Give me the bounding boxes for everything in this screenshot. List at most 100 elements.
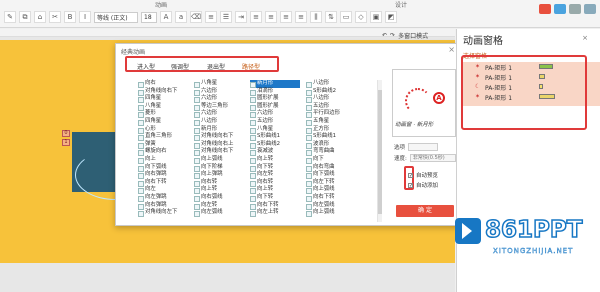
close-icon[interactable]: × xyxy=(448,45,455,54)
tab-design[interactable]: 设计 xyxy=(395,0,407,9)
list-item[interactable]: 向上弹跳 xyxy=(194,171,244,179)
list-item[interactable]: 对角线向右下 xyxy=(194,133,244,141)
clear-format-icon[interactable]: ⌫ xyxy=(190,11,202,23)
list-item[interactable]: 向下弧线 xyxy=(138,164,188,172)
number-list-icon[interactable]: ☰ xyxy=(220,11,232,23)
anim-item-3[interactable]: PA-矩形 1 xyxy=(485,83,512,92)
list-item[interactable]: 向下转 xyxy=(250,194,300,202)
anim-item-4[interactable]: PA-矩形 1 xyxy=(485,93,512,102)
timing-bar-1[interactable] xyxy=(539,64,553,69)
list-item[interactable]: 向左转 xyxy=(250,171,300,179)
bold-icon[interactable]: B xyxy=(64,11,76,23)
list-item[interactable]: 向上 xyxy=(138,156,188,164)
timing-bar-4[interactable] xyxy=(539,94,555,99)
list-item[interactable]: 八边形 xyxy=(306,95,356,103)
tab-motion-path[interactable]: 路径型 xyxy=(242,62,260,71)
quick-style-icon[interactable]: ◩ xyxy=(385,11,397,23)
arrange-icon[interactable]: ▣ xyxy=(370,11,382,23)
settings-icon[interactable] xyxy=(569,4,581,14)
shrink-font-icon[interactable]: a xyxy=(175,11,187,23)
list-item[interactable]: 向右弹跳 xyxy=(138,171,188,179)
grow-font-icon[interactable]: A xyxy=(160,11,172,23)
text-box-icon[interactable]: ▭ xyxy=(340,11,352,23)
scrollbar-thumb[interactable] xyxy=(378,90,382,214)
list-item[interactable]: S形曲线1 xyxy=(250,133,300,141)
list-item[interactable]: 圆形扩展 xyxy=(250,95,300,103)
list-item[interactable]: 八角星 xyxy=(194,80,244,88)
tab-emphasis[interactable]: 强调型 xyxy=(171,62,189,71)
list-item[interactable]: S形曲线1 xyxy=(306,133,356,141)
list-item[interactable]: 向左弧线 xyxy=(306,202,356,210)
tab-entrance[interactable]: 进入型 xyxy=(137,62,155,71)
cut-icon[interactable]: ✂ xyxy=(49,11,61,23)
tab-exit[interactable]: 退出型 xyxy=(207,62,225,71)
multi-window-label[interactable]: 多窗口模式 xyxy=(398,31,428,40)
list-item[interactable]: 向下转 xyxy=(250,164,300,172)
redo-icon[interactable]: ↷ xyxy=(390,32,395,39)
anim-item-1[interactable]: PA-矩形 1 xyxy=(485,63,512,72)
auto-add-checkbox[interactable]: ✓ 自动添加 xyxy=(408,181,438,189)
list-item[interactable]: 六边形 xyxy=(250,110,300,118)
list-item[interactable]: 四角星 xyxy=(138,95,188,103)
auto-preview-checkbox[interactable]: ✓ 自动预览 xyxy=(408,171,438,179)
list-item[interactable]: 八边形 xyxy=(306,80,356,88)
close-icon[interactable]: × xyxy=(582,34,588,42)
list-item[interactable]: 衰减波 xyxy=(250,148,300,156)
list-item[interactable]: 向左上转 xyxy=(250,209,300,217)
tab-animation[interactable]: 动画 xyxy=(155,0,167,9)
align-left-icon[interactable]: ≡ xyxy=(250,11,262,23)
ok-button[interactable]: 确 定 xyxy=(396,205,454,217)
list-item[interactable]: 向上弧线 xyxy=(194,156,244,164)
list-item[interactable]: 新月形 xyxy=(250,80,300,88)
list-item[interactable]: 向下 xyxy=(306,156,356,164)
list-item[interactable]: 对角线向左下 xyxy=(138,209,188,217)
timing-bar-2[interactable] xyxy=(539,74,545,79)
undo-icon[interactable]: ↶ xyxy=(382,32,387,39)
check-icon[interactable]: ✓ xyxy=(408,182,413,188)
user-icon[interactable] xyxy=(584,4,596,14)
bullet-list-icon[interactable]: ≡ xyxy=(205,11,217,23)
list-item[interactable]: 向右弧线 xyxy=(194,194,244,202)
list-item[interactable]: 直角三角形 xyxy=(138,133,188,141)
timing-bar-3[interactable] xyxy=(539,84,543,89)
list-item[interactable]: 向下弧线 xyxy=(306,171,356,179)
list-item[interactable]: 弯弯曲曲 xyxy=(306,148,356,156)
list-item[interactable]: 向左转 xyxy=(194,202,244,210)
list-item[interactable]: 五边形 xyxy=(250,118,300,126)
s-logo-icon[interactable] xyxy=(539,4,551,14)
list-item[interactable]: 五角星 xyxy=(306,118,356,126)
list-item[interactable]: 向右弯曲 xyxy=(306,164,356,172)
list-item[interactable]: 向上弧线 xyxy=(306,186,356,194)
list-item[interactable]: 向左弹跳 xyxy=(138,194,188,202)
list-item[interactable]: 螺旋向右 xyxy=(138,148,188,156)
options-select[interactable] xyxy=(408,143,439,151)
anim-item-2[interactable]: PA-矩形 1 xyxy=(485,73,512,82)
list-item[interactable]: 向右弹跳 xyxy=(138,202,188,210)
list-item[interactable]: 向左 xyxy=(138,186,188,194)
align-center-icon[interactable]: ≡ xyxy=(265,11,277,23)
format-painter-icon[interactable]: ⌂ xyxy=(34,11,46,23)
italic-icon[interactable]: I xyxy=(79,11,91,23)
list-item[interactable]: 向下阶梯 xyxy=(194,164,244,172)
list-item[interactable]: 向左弧线 xyxy=(194,209,244,217)
list-item[interactable]: 向右下转 xyxy=(250,202,300,210)
shapes-icon[interactable]: ◇ xyxy=(355,11,367,23)
indent-icon[interactable]: ⇥ xyxy=(235,11,247,23)
justify-icon[interactable]: ≡ xyxy=(295,11,307,23)
speed-select[interactable]: 非常快(0.5秒) xyxy=(409,154,456,162)
list-item[interactable]: 对角线向右下 xyxy=(194,148,244,156)
columns-icon[interactable]: ⫼ xyxy=(310,11,322,23)
check-icon[interactable]: ✓ xyxy=(408,172,413,178)
list-item[interactable]: 六边形 xyxy=(194,110,244,118)
list-item[interactable]: 向上弧线 xyxy=(306,209,356,217)
list-item[interactable]: 向上转 xyxy=(194,186,244,194)
paste-icon[interactable]: ✎ xyxy=(4,11,16,23)
list-item[interactable]: 向右下转 xyxy=(306,194,356,202)
list-item[interactable]: 菱形 xyxy=(138,110,188,118)
font-size-select[interactable]: 18 xyxy=(141,11,157,23)
list-item[interactable]: 四角星 xyxy=(138,118,188,126)
list-item[interactable]: 八边形 xyxy=(194,118,244,126)
list-item[interactable]: 向上转 xyxy=(250,186,300,194)
text-direction-icon[interactable]: ⇅ xyxy=(325,11,337,23)
font-name-select[interactable]: 等线 (正文) xyxy=(94,11,138,23)
